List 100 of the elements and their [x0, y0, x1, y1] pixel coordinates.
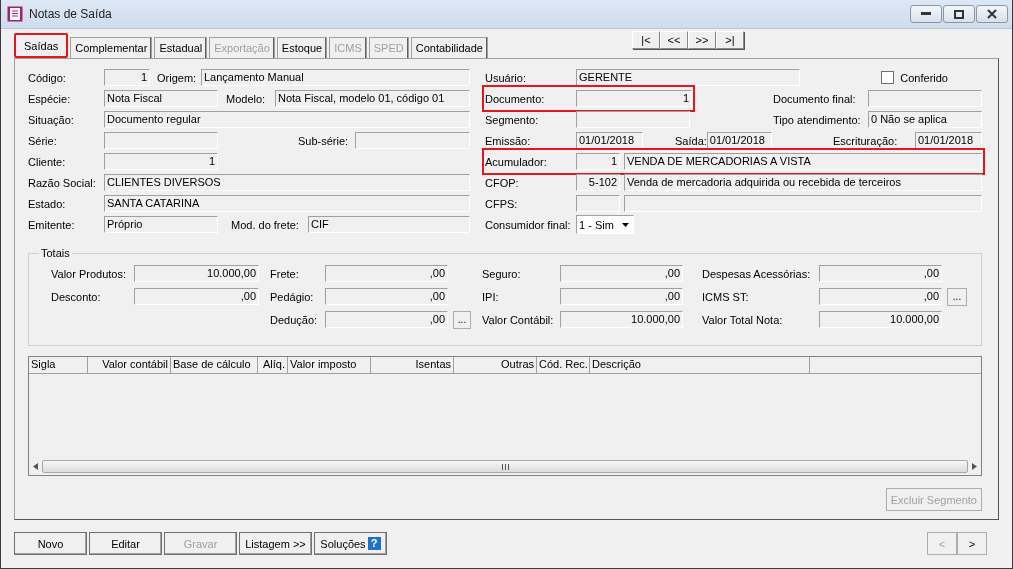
series-field[interactable] [104, 132, 218, 149]
state-label: Estado: [28, 197, 67, 210]
ellipsis-button[interactable]: ... [453, 310, 471, 329]
exit-date-label: Saída: [675, 134, 707, 147]
document-field[interactable]: 1 [576, 90, 692, 107]
right-arrow-icon [972, 463, 977, 470]
issuer-field[interactable]: Próprio [104, 216, 218, 233]
record-nav-button[interactable]: >| [716, 31, 744, 49]
company-name-field[interactable]: CLIENTES DIVERSOS [104, 174, 470, 191]
freight-field[interactable]: CIF [308, 216, 470, 233]
toll-field[interactable]: ,00 [325, 288, 448, 305]
tab[interactable]: Contabilidade [410, 37, 488, 58]
segment-field[interactable] [576, 111, 690, 128]
total-label: Valor Total Nota: [702, 313, 784, 326]
deduction-field[interactable]: ,00 [325, 311, 448, 328]
booking-date-label: Escrituração: [833, 134, 899, 147]
model-label: Modelo: [226, 92, 267, 105]
scroll-thumb[interactable] [42, 460, 968, 473]
issue-date-label: Emissão: [485, 134, 532, 147]
insurance-field[interactable]: ,00 [560, 265, 683, 282]
accounting-value-label: Valor Contábil: [482, 313, 555, 326]
maximize-button[interactable] [943, 5, 975, 23]
solutions-button[interactable]: Soluções ? [314, 532, 387, 555]
icms-st-label: ICMS ST: [702, 290, 750, 303]
record-nav-button[interactable]: << [660, 31, 688, 49]
cfop-code-field[interactable]: 5-102 [576, 174, 620, 191]
column-header[interactable]: Cód. Rec. [537, 357, 590, 373]
client-label: Cliente: [28, 155, 67, 168]
total-field[interactable]: 10.000,00 [819, 311, 942, 328]
issuer-label: Emitente: [28, 218, 76, 231]
sub-series-field[interactable] [355, 132, 470, 149]
accumulator-field[interactable]: VENDA DE MERCADORIAS A VISTA [624, 153, 982, 170]
code-field[interactable]: 1 [104, 69, 150, 86]
window-title: Notas de Saída [29, 7, 112, 21]
column-header[interactable]: Isentas [371, 357, 454, 373]
expenses-field[interactable]: ,00 [819, 265, 942, 282]
ipi-field[interactable]: ,00 [560, 288, 683, 305]
products-field[interactable]: 10.000,00 [134, 265, 259, 282]
model-field[interactable]: Nota Fiscal, modelo 01, código 01 [275, 90, 470, 107]
service-type-field[interactable]: 0 Não se aplica [868, 111, 982, 128]
accumulator-code-field[interactable]: 1 [576, 153, 620, 170]
tab[interactable]: Saídas [14, 33, 69, 58]
checkbox[interactable] [881, 71, 895, 84]
final-document-field[interactable] [868, 90, 982, 107]
user-field[interactable]: GERENTE [576, 69, 800, 86]
document-icon [7, 6, 23, 22]
ellipsis-button[interactable]: ... [947, 287, 967, 306]
expenses-label: Despesas Acessórias: [702, 267, 812, 280]
help-icon: ? [367, 537, 381, 550]
final-consumer-label: Consumidor final: [485, 218, 572, 231]
list-button[interactable]: Listagem >> [239, 532, 312, 555]
freight-field[interactable]: ,00 [325, 265, 448, 282]
client-field[interactable]: 1 [104, 153, 218, 170]
tab[interactable]: Estadual [154, 37, 208, 58]
accounting-value-field[interactable]: 10.000,00 [560, 311, 683, 328]
next-button[interactable]: > [957, 532, 987, 555]
document-label: Documento: [485, 92, 546, 105]
situation-label: Situação: [28, 113, 75, 126]
column-header[interactable]: Base de cálculo [171, 357, 258, 373]
final-consumer-dropdown[interactable]: 1 - Sim [576, 215, 634, 234]
column-header[interactable]: Sigla [29, 357, 88, 373]
icms-st-field[interactable]: ,00 [819, 288, 942, 305]
new-button[interactable]: Novo [14, 532, 87, 555]
origin-label: Origem: [157, 71, 198, 84]
codigo-label: Código: [28, 71, 67, 84]
discount-field[interactable]: ,00 [134, 288, 259, 305]
company-name-label: Razão Social: [28, 176, 97, 189]
tab[interactable]: Complementar [70, 37, 153, 58]
final-document-label: Documento final: [773, 92, 857, 105]
column-header[interactable]: Valor imposto [288, 357, 371, 373]
record-nav-button[interactable]: |< [632, 31, 660, 49]
toll-label: Pedágio: [270, 290, 315, 303]
tab[interactable]: Estoque [276, 37, 328, 58]
left-arrow-icon [33, 463, 38, 470]
accumulator-label: Acumulador: [485, 155, 548, 168]
edit-button[interactable]: Editar [89, 532, 162, 555]
minimize-button[interactable] [910, 5, 942, 23]
freight-label: Mod. do frete: [231, 218, 300, 231]
column-header[interactable]: Outras [454, 357, 537, 373]
close-icon [987, 9, 997, 19]
record-nav-button[interactable]: >> [688, 31, 716, 49]
cfps-field[interactable] [624, 195, 982, 212]
situation-field[interactable]: Documento regular [104, 111, 470, 128]
products-label: Valor Produtos: [51, 267, 127, 280]
cfps-label: CFPS: [485, 197, 519, 210]
cfps-code-field[interactable] [576, 195, 620, 212]
state-field[interactable]: SANTA CATARINA [104, 195, 470, 212]
species-label: Espécie: [28, 92, 72, 105]
origin-field[interactable]: Lançamento Manual [201, 69, 470, 86]
service-type-label: Tipo atendimento: [773, 113, 862, 126]
species-field[interactable]: Nota Fiscal [104, 90, 218, 107]
column-header[interactable]: Valor contábil [88, 357, 171, 373]
column-header[interactable]: Descrição [590, 357, 810, 373]
close-button[interactable] [976, 5, 1008, 23]
cfop-field[interactable]: Venda de mercadoria adquirida ou recebida de terceiros [624, 174, 982, 191]
cfop-label: CFOP: [485, 176, 520, 189]
group-title: Totais [40, 247, 71, 259]
column-header[interactable]: Alíq. [258, 357, 288, 373]
deduction-label: Dedução: [270, 313, 319, 326]
checked-label: Conferido [900, 71, 948, 84]
